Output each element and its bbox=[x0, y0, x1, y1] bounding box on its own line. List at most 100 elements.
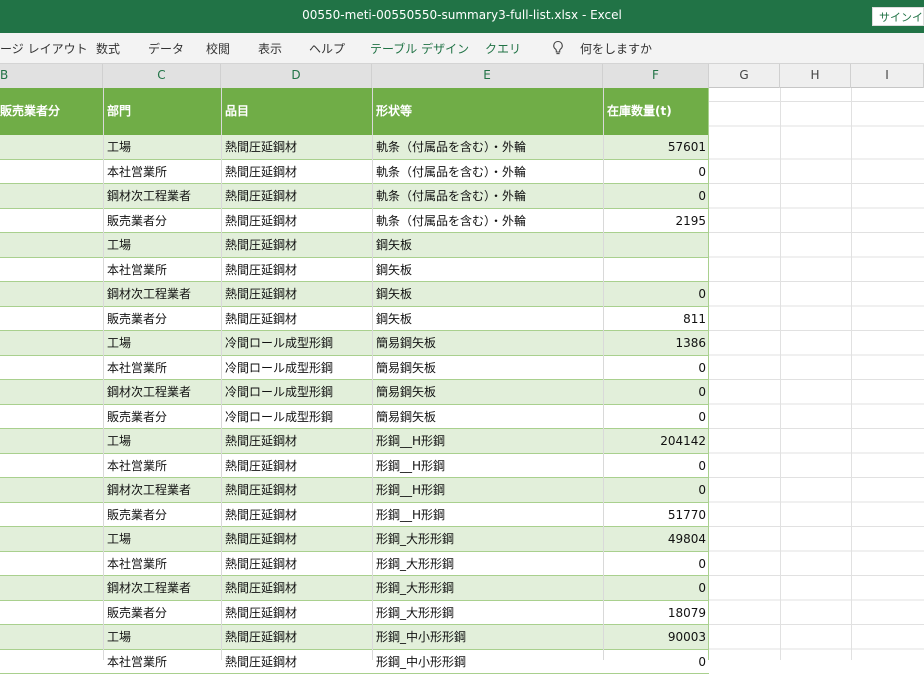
empty-cells[interactable] bbox=[709, 88, 924, 660]
cell-dealer[interactable] bbox=[0, 233, 103, 257]
cell-dealer[interactable] bbox=[0, 307, 103, 331]
cell-shape[interactable]: 形鋼__H形鋼 bbox=[372, 429, 603, 453]
cell-item[interactable]: 熱間圧延鋼材 bbox=[221, 160, 372, 184]
cell-item[interactable]: 冷間ロール成型形鋼 bbox=[221, 356, 372, 380]
cell-shape[interactable]: 形鋼__H形鋼 bbox=[372, 478, 603, 502]
cell-dealer[interactable] bbox=[0, 454, 103, 478]
cell-dealer[interactable] bbox=[0, 552, 103, 576]
header-shape[interactable]: 形状等 bbox=[372, 88, 603, 135]
column-header-h[interactable]: H bbox=[780, 64, 851, 88]
cell-dealer[interactable] bbox=[0, 184, 103, 208]
cell-stock-quantity[interactable]: 204142 bbox=[603, 429, 709, 453]
cell-stock-quantity[interactable]: 1386 bbox=[603, 331, 709, 355]
cell-stock-quantity[interactable]: 90003 bbox=[603, 625, 709, 649]
cell-stock-quantity[interactable]: 0 bbox=[603, 650, 709, 674]
tab-table-design[interactable]: テーブル デザイン bbox=[370, 40, 469, 57]
cell-shape[interactable]: 鋼矢板 bbox=[372, 307, 603, 331]
cell-dealer[interactable] bbox=[0, 625, 103, 649]
cell-department[interactable]: 鋼材次工程業者 bbox=[103, 576, 221, 600]
cell-stock-quantity[interactable]: 18079 bbox=[603, 601, 709, 625]
cell-shape[interactable]: 鋼矢板 bbox=[372, 282, 603, 306]
cell-stock-quantity[interactable]: 0 bbox=[603, 356, 709, 380]
cell-department[interactable]: 鋼材次工程業者 bbox=[103, 184, 221, 208]
header-department[interactable]: 部門 bbox=[103, 88, 221, 135]
cell-shape[interactable]: 形鋼_大形形鋼 bbox=[372, 552, 603, 576]
cell-item[interactable]: 熱間圧延鋼材 bbox=[221, 650, 372, 674]
cell-item[interactable]: 熱間圧延鋼材 bbox=[221, 429, 372, 453]
tab-view[interactable]: 表示 bbox=[258, 40, 282, 57]
cell-item[interactable]: 熱間圧延鋼材 bbox=[221, 552, 372, 576]
cell-item[interactable]: 熱間圧延鋼材 bbox=[221, 184, 372, 208]
cell-shape[interactable]: 簡易鋼矢板 bbox=[372, 405, 603, 429]
cell-stock-quantity[interactable] bbox=[603, 258, 709, 282]
cell-stock-quantity[interactable]: 0 bbox=[603, 405, 709, 429]
cell-item[interactable]: 熱間圧延鋼材 bbox=[221, 258, 372, 282]
cell-dealer[interactable] bbox=[0, 258, 103, 282]
cell-department[interactable]: 本社営業所 bbox=[103, 160, 221, 184]
cell-department[interactable]: 鋼材次工程業者 bbox=[103, 380, 221, 404]
cell-item[interactable]: 熱間圧延鋼材 bbox=[221, 625, 372, 649]
cell-dealer[interactable] bbox=[0, 160, 103, 184]
cell-stock-quantity[interactable] bbox=[603, 233, 709, 257]
header-dealer[interactable]: 販売業者分 bbox=[0, 88, 103, 135]
cell-stock-quantity[interactable]: 2195 bbox=[603, 209, 709, 233]
cell-shape[interactable]: 形鋼_大形形鋼 bbox=[372, 601, 603, 625]
column-header-e[interactable]: E bbox=[372, 64, 603, 88]
cell-department[interactable]: 本社営業所 bbox=[103, 552, 221, 576]
cell-department[interactable]: 工場 bbox=[103, 135, 221, 159]
cell-department[interactable]: 販売業者分 bbox=[103, 405, 221, 429]
cell-dealer[interactable] bbox=[0, 601, 103, 625]
signin-button[interactable]: サインイン bbox=[872, 7, 924, 26]
cell-dealer[interactable] bbox=[0, 527, 103, 551]
cell-dealer[interactable] bbox=[0, 331, 103, 355]
cell-department[interactable]: 本社営業所 bbox=[103, 650, 221, 674]
cell-dealer[interactable] bbox=[0, 429, 103, 453]
cell-department[interactable]: 販売業者分 bbox=[103, 601, 221, 625]
cell-shape[interactable]: 簡易鋼矢板 bbox=[372, 380, 603, 404]
cell-shape[interactable]: 軌条（付属品を含む）・外輪 bbox=[372, 135, 603, 159]
cell-item[interactable]: 冷間ロール成型形鋼 bbox=[221, 331, 372, 355]
cell-stock-quantity[interactable]: 0 bbox=[603, 282, 709, 306]
cell-department[interactable]: 販売業者分 bbox=[103, 307, 221, 331]
tab-page-layout[interactable]: ージ レイアウト bbox=[0, 40, 88, 57]
cell-department[interactable]: 工場 bbox=[103, 527, 221, 551]
cell-shape[interactable]: 形鋼_大形形鋼 bbox=[372, 576, 603, 600]
cell-shape[interactable]: 軌条（付属品を含む）・外輪 bbox=[372, 209, 603, 233]
cell-stock-quantity[interactable]: 57601 bbox=[603, 135, 709, 159]
cell-department[interactable]: 販売業者分 bbox=[103, 209, 221, 233]
cell-item[interactable]: 熱間圧延鋼材 bbox=[221, 209, 372, 233]
cell-stock-quantity[interactable]: 51770 bbox=[603, 503, 709, 527]
cell-department[interactable]: 鋼材次工程業者 bbox=[103, 478, 221, 502]
cell-item[interactable]: 冷間ロール成型形鋼 bbox=[221, 380, 372, 404]
cell-dealer[interactable] bbox=[0, 405, 103, 429]
cell-dealer[interactable] bbox=[0, 478, 103, 502]
cell-dealer[interactable] bbox=[0, 650, 103, 674]
cell-stock-quantity[interactable]: 0 bbox=[603, 576, 709, 600]
tab-review[interactable]: 校閲 bbox=[206, 40, 230, 57]
cell-shape[interactable]: 形鋼_大形形鋼 bbox=[372, 527, 603, 551]
cell-dealer[interactable] bbox=[0, 135, 103, 159]
cell-item[interactable]: 熱間圧延鋼材 bbox=[221, 233, 372, 257]
tab-data[interactable]: データ bbox=[148, 40, 184, 57]
cell-department[interactable]: 工場 bbox=[103, 233, 221, 257]
cell-shape[interactable]: 簡易鋼矢板 bbox=[372, 331, 603, 355]
cell-department[interactable]: 本社営業所 bbox=[103, 258, 221, 282]
cell-shape[interactable]: 鋼矢板 bbox=[372, 233, 603, 257]
cell-department[interactable]: 本社営業所 bbox=[103, 356, 221, 380]
lightbulb-icon[interactable] bbox=[551, 40, 565, 56]
cell-dealer[interactable] bbox=[0, 356, 103, 380]
cell-item[interactable]: 熱間圧延鋼材 bbox=[221, 503, 372, 527]
cell-dealer[interactable] bbox=[0, 380, 103, 404]
column-header-g[interactable]: G bbox=[709, 64, 780, 88]
column-header-c[interactable]: C bbox=[103, 64, 221, 88]
cell-stock-quantity[interactable]: 0 bbox=[603, 380, 709, 404]
header-stock-quantity[interactable]: 在庫数量(t) bbox=[603, 88, 709, 135]
cell-dealer[interactable] bbox=[0, 503, 103, 527]
cell-stock-quantity[interactable]: 0 bbox=[603, 160, 709, 184]
cell-item[interactable]: 熱間圧延鋼材 bbox=[221, 478, 372, 502]
cell-shape[interactable]: 軌条（付属品を含む）・外輪 bbox=[372, 160, 603, 184]
tab-query[interactable]: クエリ bbox=[485, 40, 521, 57]
cell-shape[interactable]: 形鋼_中小形形鋼 bbox=[372, 650, 603, 674]
cell-shape[interactable]: 軌条（付属品を含む）・外輪 bbox=[372, 184, 603, 208]
cell-stock-quantity[interactable]: 0 bbox=[603, 184, 709, 208]
